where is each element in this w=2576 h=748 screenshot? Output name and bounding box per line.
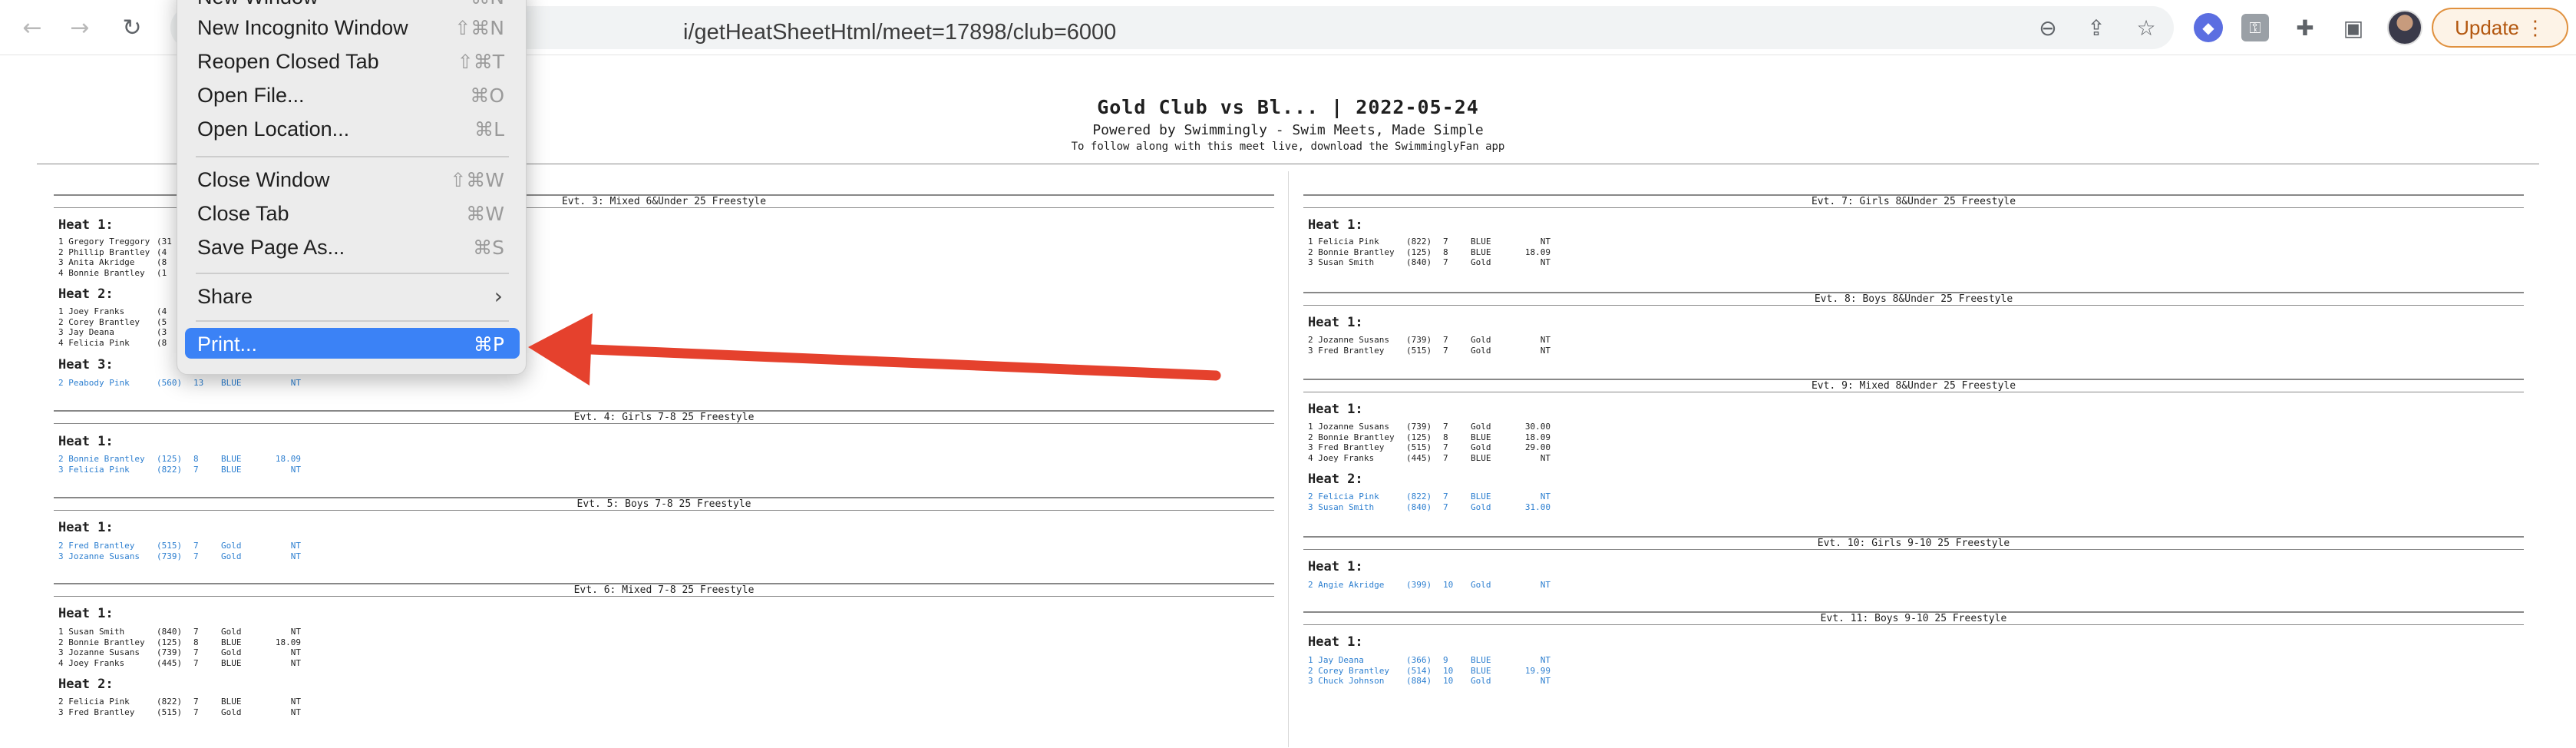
annotation-arrow	[528, 313, 1221, 386]
arrow-head	[528, 313, 593, 386]
arrow-shaft	[586, 344, 1221, 381]
